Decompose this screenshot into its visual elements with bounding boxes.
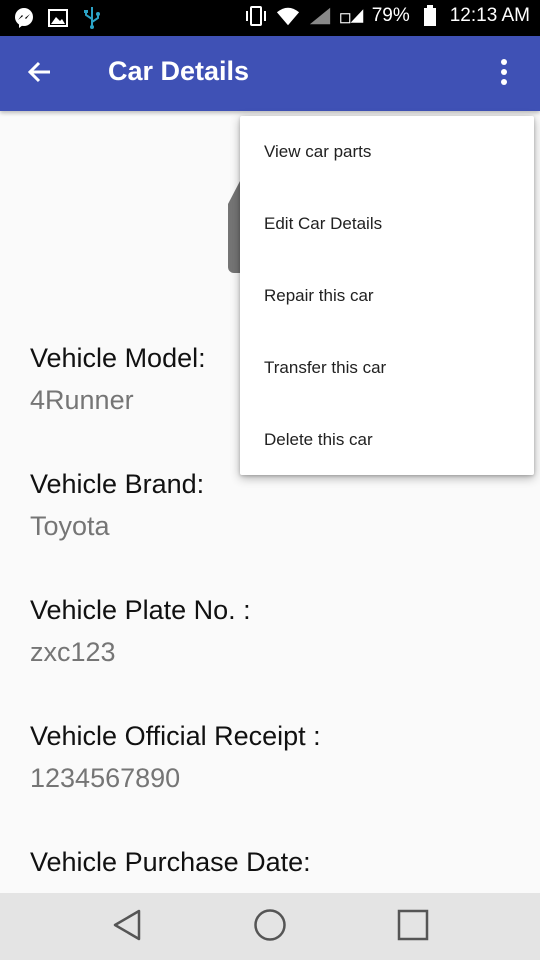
page-title: Car Details: [108, 56, 250, 86]
field-vehicle-purchase-date: Vehicle Purchase Date:: [30, 845, 311, 879]
status-bar-right: 79% 12:13 AM: [244, 4, 530, 28]
field-vehicle-plate: Vehicle Plate No. : zxc123: [30, 593, 251, 669]
overflow-menu-button[interactable]: [484, 54, 524, 94]
vehicle-model-value: 4Runner: [30, 385, 134, 415]
vehicle-purchase-date-label: Vehicle Purchase Date:: [30, 847, 311, 877]
vehicle-brand-label: Vehicle Brand:: [30, 469, 205, 499]
wifi-icon: [276, 4, 300, 28]
nav-home-button[interactable]: [250, 907, 290, 947]
nav-recents-button[interactable]: [393, 907, 433, 947]
usb-icon: [80, 6, 104, 30]
menu-item-edit-car-details[interactable]: Edit Car Details: [240, 188, 534, 260]
menu-item-repair-car[interactable]: Repair this car: [240, 260, 534, 332]
system-nav-bar: [0, 893, 540, 960]
field-vehicle-brand: Vehicle Brand: Toyota: [30, 467, 204, 543]
overflow-menu-icon: [500, 58, 508, 91]
app-bar: Car Details: [0, 36, 540, 111]
vehicle-receipt-label: Vehicle Official Receipt :: [30, 721, 321, 751]
menu-item-delete-car[interactable]: Delete this car: [240, 404, 534, 476]
vehicle-receipt-value: 1234567890: [30, 763, 181, 793]
menu-item-transfer-car[interactable]: Transfer this car: [240, 332, 534, 404]
battery-percent: 79%: [371, 5, 410, 26]
nav-back-button[interactable]: [107, 907, 147, 947]
overflow-menu: View car parts Edit Car Details Repair t…: [240, 116, 534, 475]
field-vehicle-receipt: Vehicle Official Receipt : 1234567890: [30, 719, 321, 795]
field-vehicle-model: Vehicle Model: 4Runner: [30, 341, 206, 417]
gallery-icon: [46, 6, 70, 30]
messenger-icon: [12, 6, 36, 30]
clock: 12:13 AM: [449, 5, 530, 26]
vehicle-model-label: Vehicle Model:: [30, 343, 206, 373]
back-triangle-icon: [111, 908, 143, 947]
home-circle-icon: [253, 908, 287, 947]
status-bar-left: [12, 6, 104, 30]
status-bar: 79% 12:13 AM: [0, 0, 540, 36]
vehicle-brand-value: Toyota: [30, 511, 110, 541]
vehicle-plate-label: Vehicle Plate No. :: [30, 595, 251, 625]
menu-item-view-car-parts[interactable]: View car parts: [240, 116, 534, 188]
recents-square-icon: [396, 908, 430, 947]
back-button[interactable]: [20, 54, 60, 94]
back-arrow-icon: [26, 58, 54, 91]
signal-icon: [308, 4, 332, 28]
battery-icon: [418, 4, 442, 28]
lte-signal-icon: [339, 4, 364, 28]
vehicle-plate-value: zxc123: [30, 637, 116, 667]
vibrate-icon: [244, 4, 268, 28]
